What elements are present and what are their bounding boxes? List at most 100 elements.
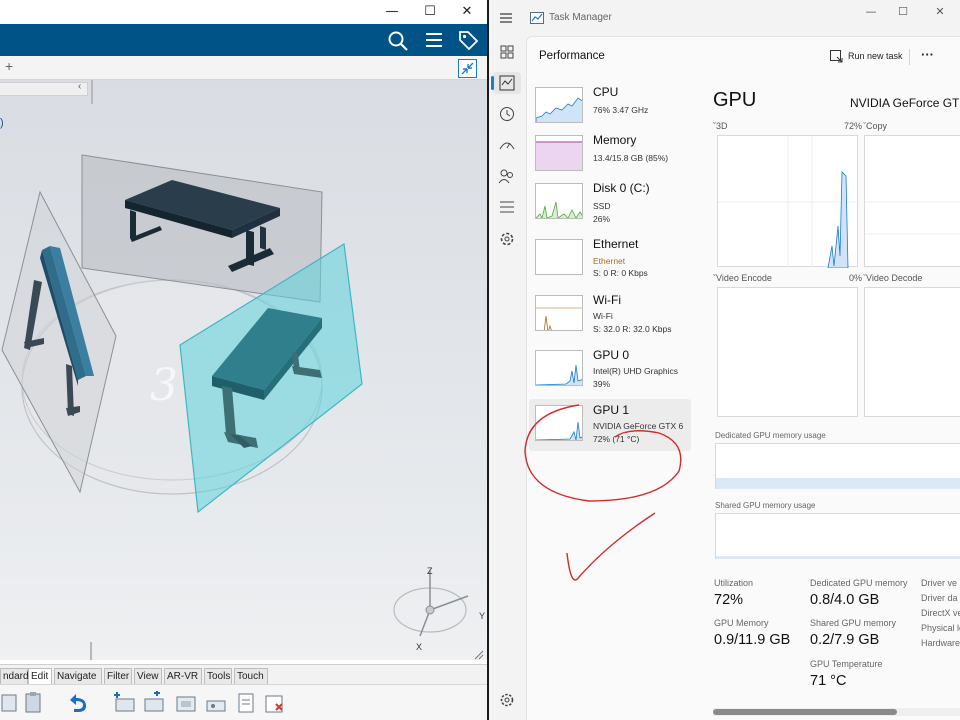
gpu-heading: GPU <box>713 89 757 111</box>
3d-viewport[interactable]: ‹ ) 3 Z Y X <box>0 80 487 660</box>
tag-icon[interactable] <box>457 29 479 51</box>
compass-y-label: Y <box>479 611 486 621</box>
tm-close-button[interactable]: ✕ <box>922 0 958 24</box>
gpu-memory-value: 0.9/11.9 GB <box>714 632 791 648</box>
device-name: GPU 0 <box>593 348 630 362</box>
performance-icon[interactable] <box>497 73 517 93</box>
engine-3d-label[interactable]: ˇ3D <box>713 121 728 131</box>
compass-z-label: Z <box>427 566 433 576</box>
assembly-icon[interactable] <box>112 691 136 715</box>
run-new-task-button[interactable]: Run new task <box>830 47 908 67</box>
tab-edit[interactable]: Edit <box>28 668 52 684</box>
device-gpu0[interactable]: GPU 0 Intel(R) UHD Graphics 39% <box>529 344 691 398</box>
services-icon[interactable] <box>497 229 517 249</box>
device-throughput: S: 32.0 R: 32.0 Kbps <box>593 324 672 334</box>
tab-view[interactable]: View <box>134 668 162 684</box>
shared-memory-label: Shared GPU memory usage <box>715 501 816 510</box>
engine-label: 3D <box>716 121 728 131</box>
tab-filter[interactable]: Filter <box>104 668 132 684</box>
graph-3d <box>717 135 859 269</box>
tm-maximize-button[interactable]: ☐ <box>885 0 921 24</box>
engine-encode-label[interactable]: ˇVideo Encode <box>713 273 772 283</box>
run-new-task-label: Run new task <box>848 51 903 61</box>
graph-copy <box>864 135 960 267</box>
tab-touch[interactable]: Touch <box>234 668 268 684</box>
engine-label: Video Decode <box>866 273 923 283</box>
device-disk[interactable]: Disk 0 (C:) SSD 26% <box>529 177 691 231</box>
engine-copy-label[interactable]: ˇCopy <box>863 121 887 131</box>
startup-apps-icon[interactable] <box>497 135 517 155</box>
device-usage: 26% <box>593 214 611 224</box>
users-icon[interactable] <box>497 166 517 186</box>
delete-icon[interactable] <box>262 691 286 715</box>
workbench-tab-bar: ndard Edit Navigate Filter View AR-VR To… <box>0 664 487 684</box>
engine-label: Video Encode <box>716 273 772 283</box>
part-icon[interactable] <box>204 691 228 715</box>
cad-window: — ☐ ✕ + ‹ ) 3 Z Y X ndard Edit Navigate … <box>0 0 487 720</box>
details-icon[interactable] <box>497 197 517 217</box>
engine-encode-pct: 0% <box>849 273 863 283</box>
device-detail: 13.4/15.8 GB (85%) <box>593 153 669 163</box>
shared-mem-label: Shared GPU memory <box>810 618 897 628</box>
utilization-label: Utilization <box>714 578 754 588</box>
app-history-icon[interactable] <box>497 104 517 124</box>
nav-selected-indicator <box>491 76 494 90</box>
device-cpu[interactable]: CPU 76% 3.47 GHz <box>529 81 691 135</box>
scrollbar-thumb[interactable] <box>713 709 897 715</box>
insert-component-icon[interactable] <box>142 691 166 715</box>
search-icon[interactable] <box>387 30 409 52</box>
minimize-button[interactable]: — <box>374 0 410 24</box>
engine-decode-label[interactable]: ˇVideo Decode <box>863 273 922 283</box>
device-model: Intel(R) UHD Graphics <box>593 366 679 376</box>
graph-video-encode <box>717 287 858 417</box>
bottom-splitter-handle[interactable] <box>90 642 92 660</box>
settings-icon[interactable] <box>497 690 517 710</box>
device-wifi[interactable]: Wi-Fi Wi-Fi S: 32.0 R: 32.0 Kbps <box>529 289 691 343</box>
close-button[interactable]: ✕ <box>449 0 485 24</box>
horizontal-scrollbar[interactable] <box>713 708 960 716</box>
graph-3d-plot <box>718 136 859 269</box>
compass-x-label: X <box>416 642 423 652</box>
device-name: Wi-Fi <box>593 293 621 307</box>
more-options-button[interactable]: ··· <box>921 47 934 62</box>
collapse-icon[interactable] <box>458 59 477 78</box>
tm-minimize-button[interactable]: — <box>853 0 889 24</box>
device-type: Wi-Fi <box>593 311 613 321</box>
engine-3d-pct: 72% <box>844 121 863 131</box>
document-icon[interactable] <box>234 691 258 715</box>
product-icon[interactable] <box>174 691 198 715</box>
tab-tools[interactable]: Tools <box>204 668 232 684</box>
gpu-memory-label: GPU Memory <box>714 618 769 628</box>
cut-icon[interactable] <box>0 691 24 715</box>
tab-standard[interactable]: ndard <box>0 668 29 684</box>
cpu-sparkline <box>535 87 583 123</box>
device-memory[interactable]: Memory 13.4/15.8 GB (85%) <box>529 129 691 183</box>
device-detail: 76% 3.47 GHz <box>593 105 649 115</box>
shared-mem-value: 0.2/7.9 GB <box>810 632 880 648</box>
processes-icon[interactable] <box>497 42 517 62</box>
device-throughput: S: 0 R: 0 Kbps <box>593 268 648 278</box>
performance-panel: Performance Run new task ··· CPU 76% 3.4… <box>524 36 960 720</box>
resize-grip-icon[interactable] <box>474 650 484 660</box>
graph-dedicated-memory <box>715 443 960 489</box>
tm-titlebar: Task Manager — ☐ ✕ <box>489 0 960 36</box>
compass-widget[interactable] <box>388 566 484 656</box>
memory-sparkline <box>535 135 583 171</box>
handwritten-annotation <box>524 404 682 581</box>
undo-icon[interactable] <box>64 691 88 715</box>
driver-date-label: Driver da <box>921 593 958 603</box>
tab-navigate[interactable]: Navigate <box>54 668 102 684</box>
device-type: SSD <box>593 201 611 211</box>
add-tab-button[interactable]: + <box>5 58 13 74</box>
disk-sparkline <box>535 183 583 219</box>
paste-icon[interactable] <box>22 691 46 715</box>
directx-version-label: DirectX ve <box>921 608 960 618</box>
menu-icon[interactable] <box>424 31 444 49</box>
hamburger-icon[interactable] <box>499 12 513 24</box>
maximize-button[interactable]: ☐ <box>412 0 448 24</box>
device-ethernet[interactable]: Ethernet Ethernet S: 0 R: 0 Kbps <box>529 233 691 287</box>
tab-ar-vr[interactable]: AR-VR <box>164 668 202 684</box>
action-toolbar <box>0 684 487 720</box>
device-name: CPU <box>593 85 619 99</box>
shared-memory-fill <box>716 556 960 559</box>
